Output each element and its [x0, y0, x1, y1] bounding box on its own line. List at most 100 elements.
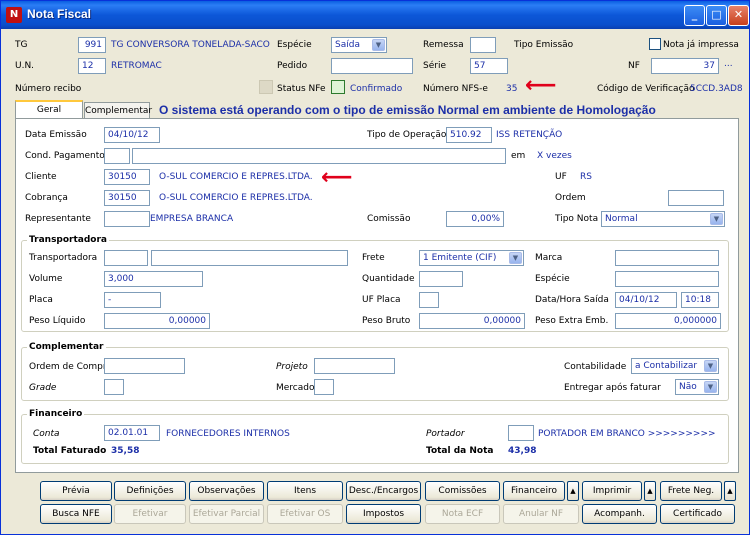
ordem-field[interactable] [668, 190, 724, 206]
chevron-up-icon[interactable]: ▲ [724, 481, 736, 501]
transportadora-name-field[interactable] [151, 250, 348, 266]
close-button[interactable]: ✕ [728, 5, 749, 26]
grade-label: Grade [29, 383, 57, 393]
vezes-label: X vezes [537, 151, 572, 161]
confirmado-label: Confirmado [350, 84, 403, 94]
peso-extra-field[interactable]: 0,000000 [615, 313, 721, 329]
red-arrow-left-icon: ⟵ [525, 73, 557, 98]
serie-field[interactable]: 57 [470, 58, 508, 74]
chevron-up-icon[interactable]: ▲ [567, 481, 579, 501]
especie-label: Espécie [277, 40, 312, 50]
representante-code-field[interactable] [104, 211, 150, 227]
frete-label: Frete [362, 253, 385, 263]
pedido-field[interactable] [331, 58, 413, 74]
tg-code-field[interactable]: 991 [78, 37, 106, 53]
cliente-label: Cliente [25, 172, 57, 182]
placa-label: Placa [29, 295, 53, 305]
uf-placa-label: UF Placa [362, 295, 401, 305]
comissao-field[interactable]: 0,00% [446, 211, 504, 227]
maximize-button[interactable]: □ [706, 5, 727, 26]
volume-field[interactable]: 3,000 [104, 271, 203, 287]
mercado-field[interactable] [314, 379, 334, 395]
frete-select[interactable]: 1 Emitente (CIF) ▼ [419, 250, 524, 266]
projeto-field[interactable] [314, 358, 395, 374]
remessa-label: Remessa [423, 40, 464, 50]
portador-field[interactable] [508, 425, 534, 441]
total-nota-label: Total da Nota [426, 446, 494, 456]
especie-transp-label: Espécie [535, 274, 570, 284]
peso-bruto-field[interactable]: 0,00000 [419, 313, 525, 329]
total-faturado-value: 35,58 [111, 446, 140, 456]
hora-saida-field[interactable]: 10:18 [681, 292, 719, 308]
acompanh-button[interactable]: Acompanh. [582, 504, 657, 524]
entregar-select[interactable]: Não ▼ [675, 379, 719, 395]
un-name: RETROMAC [111, 61, 162, 71]
desc-encargos-button[interactable]: Desc./Encargos [346, 481, 421, 501]
data-emissao-field[interactable]: 04/10/12 [104, 127, 160, 143]
ordem-label: Ordem [555, 193, 586, 203]
codigo-verificacao-label: Código de Verificação [597, 84, 695, 94]
marca-label: Marca [535, 253, 563, 263]
cobranca-label: Cobrança [25, 193, 68, 203]
uf-value: RS [580, 172, 592, 182]
pedido-label: Pedido [277, 61, 308, 71]
certificado-button[interactable]: Certificado [660, 504, 735, 524]
especie-select[interactable]: Saída ▼ [331, 37, 387, 53]
cliente-name: O-SUL COMERCIO E REPRES.LTDA. [159, 172, 313, 182]
data-emissao-label: Data Emissão [25, 130, 87, 140]
anular-nf-button[interactable]: Anular NF [503, 504, 579, 524]
remessa-field[interactable] [470, 37, 496, 53]
tipo-nota-label: Tipo Nota [555, 214, 599, 224]
nota-ecf-button[interactable]: Nota ECF [425, 504, 500, 524]
portador-label: Portador [426, 429, 465, 439]
confirmado-checkbox[interactable] [331, 80, 345, 94]
tipo-nota-select[interactable]: Normal ▼ [601, 211, 725, 227]
definicoes-button[interactable]: Definições [114, 481, 186, 501]
minimize-button[interactable]: _ [684, 5, 705, 26]
cliente-code-field[interactable]: 30150 [104, 169, 150, 185]
ordem-compra-field[interactable] [104, 358, 185, 374]
chevron-down-icon: ▼ [704, 360, 717, 372]
numero-nfse-value: 35 [506, 84, 518, 94]
uf-placa-field[interactable] [419, 292, 439, 308]
grade-field[interactable] [104, 379, 124, 395]
impostos-button[interactable]: Impostos [346, 504, 421, 524]
un-code-field[interactable]: 12 [78, 58, 106, 74]
observacoes-button[interactable]: Observações [189, 481, 264, 501]
tab-geral[interactable]: Geral [15, 100, 83, 120]
efetivar-parcial-button[interactable]: Efetivar Parcial [189, 504, 264, 524]
un-label: U.N. [15, 61, 35, 71]
efetivar-os-button[interactable]: Efetivar OS [267, 504, 343, 524]
peso-liquido-field[interactable]: 0,00000 [104, 313, 210, 329]
imprimir-button[interactable]: Imprimir [582, 481, 642, 501]
conta-field[interactable]: 02.01.01 [104, 425, 160, 441]
comissoes-button[interactable]: Comissões [425, 481, 500, 501]
nf-field[interactable]: 37 [651, 58, 719, 74]
comissao-label: Comissão [367, 214, 411, 224]
total-nota-value: 43,98 [508, 446, 537, 456]
previa-button[interactable]: Prévia [40, 481, 112, 501]
contabilidade-select[interactable]: a Contabilizar ▼ [631, 358, 719, 374]
nota-impressa-checkbox[interactable] [649, 38, 661, 50]
especie-field[interactable] [615, 271, 719, 287]
cond-pagamento-desc-field[interactable] [132, 148, 506, 164]
marca-field[interactable] [615, 250, 719, 266]
financeiro-button[interactable]: Financeiro [503, 481, 565, 501]
efetivar-button[interactable]: Efetivar [114, 504, 186, 524]
cobranca-code-field[interactable]: 30150 [104, 190, 150, 206]
data-saida-field[interactable]: 04/10/12 [615, 292, 677, 308]
frete-neg-button[interactable]: Frete Neg. [660, 481, 722, 501]
ordem-compra-label: Ordem de Compra [29, 362, 113, 372]
itens-button[interactable]: Itens [267, 481, 343, 501]
chevron-down-icon: ▼ [704, 381, 717, 393]
cond-pagamento-code-field[interactable] [104, 148, 130, 164]
transportadora-code-field[interactable] [104, 250, 148, 266]
placa-field[interactable]: - [104, 292, 161, 308]
busca-nfe-button[interactable]: Busca NFE [40, 504, 112, 524]
representante-label: Representante [25, 214, 91, 224]
chevron-up-icon[interactable]: ▲ [644, 481, 656, 501]
quantidade-field[interactable] [419, 271, 463, 287]
tipo-operacao-field[interactable]: 510.92 [446, 127, 492, 143]
nf-more-button[interactable]: ... [724, 59, 733, 69]
title-bar[interactable]: N Nota Fiscal _ □ ✕ [1, 1, 749, 29]
